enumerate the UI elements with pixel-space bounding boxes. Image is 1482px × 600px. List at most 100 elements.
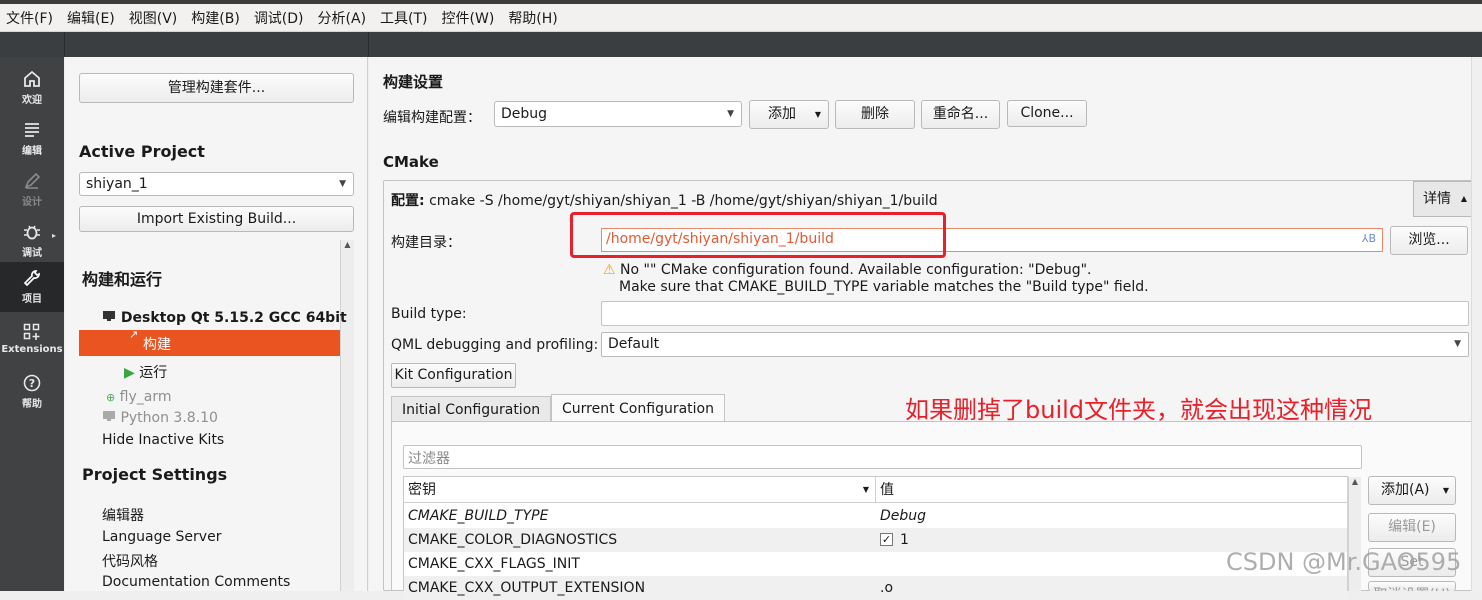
clone-config-button[interactable]: Clone...	[1007, 100, 1087, 127]
mode-help[interactable]: ? 帮助	[0, 367, 64, 417]
build-tree-item[interactable]: ↗ 构建	[79, 328, 340, 356]
table-row[interactable]: CMAKE_CXX_OUTPUT_EXTENSION .o	[404, 576, 1347, 600]
inactive-kit-python[interactable]: Python 3.8.10	[102, 410, 218, 426]
table-row[interactable]: CMAKE_CXX_FLAGS_INIT	[404, 552, 1347, 576]
menu-file[interactable]: 文件(F)	[6, 8, 53, 28]
rename-config-button[interactable]: 重命名...	[921, 100, 1000, 129]
build-type-label: Build type:	[391, 306, 467, 322]
row-key: CMAKE_BUILD_TYPE	[408, 508, 549, 524]
mode-design[interactable]: 设计	[0, 165, 64, 215]
add-config-label: 添加	[768, 106, 796, 122]
mode-extensions[interactable]: Extensions	[0, 316, 64, 366]
chevron-down-icon: ▼	[1454, 339, 1461, 349]
menu-debug[interactable]: 调试(D)	[254, 8, 304, 28]
column-header-value[interactable]: 值	[876, 477, 1347, 503]
watermark-text: CSDN @Mr.GAO595	[1226, 548, 1462, 576]
side-scrollbar[interactable]: ▲	[340, 240, 354, 591]
settings-item-language-server[interactable]: Language Server	[102, 529, 221, 545]
manage-kits-button[interactable]: 管理构建套件...	[79, 73, 354, 103]
mode-projects-label: 项目	[22, 294, 42, 305]
run-play-icon: ▶	[124, 365, 135, 381]
kit-name: Desktop Qt 5.15.2 GCC 64bit	[120, 310, 347, 326]
chevron-down-icon: ▼	[727, 109, 734, 119]
menu-help[interactable]: 帮助(H)	[508, 8, 557, 28]
remove-config-button[interactable]: 删除	[835, 100, 915, 129]
row-value: .o	[880, 580, 894, 596]
build-config-select[interactable]: Debug ▼	[494, 101, 742, 127]
add-config-button[interactable]: 添加 ▼	[749, 100, 829, 129]
build-type-value	[602, 302, 606, 318]
filter-input[interactable]: 过滤器	[403, 445, 1362, 469]
build-hammer-icon: ↗	[129, 328, 139, 341]
settings-item-editor[interactable]: 编辑器	[102, 505, 144, 525]
chevron-down-icon: ▼	[1442, 486, 1449, 495]
build-type-input[interactable]	[601, 301, 1469, 326]
main-scrollbar[interactable]	[1471, 57, 1482, 591]
chevron-down-icon: ▼	[814, 110, 821, 119]
table-row[interactable]: CMAKE_BUILD_TYPE Debug	[404, 504, 1347, 528]
mode-debug[interactable]: 调试 ▸	[0, 216, 64, 266]
details-toggle-button[interactable]: 详情 ▲	[1413, 181, 1476, 217]
add-kit-icon: ⊕	[106, 391, 116, 404]
extensions-icon	[23, 323, 40, 340]
filter-placeholder: 过滤器	[408, 451, 450, 467]
expand-arrow-icon: ▸	[51, 231, 56, 240]
svg-text:?: ?	[29, 377, 35, 390]
inactive-kit-label: Python 3.8.10	[120, 410, 218, 426]
debug-bug-icon	[24, 225, 40, 240]
hide-inactive-kits[interactable]: Hide Inactive Kits	[102, 432, 224, 448]
active-project-heading: Active Project	[79, 142, 205, 161]
variable-chooser-icon[interactable]: ⅄B	[1362, 232, 1376, 245]
menu-analyze[interactable]: 分析(A)	[318, 8, 367, 28]
kit-item[interactable]: Desktop Qt 5.15.2 GCC 64bit	[102, 310, 347, 326]
run-tree-item[interactable]: ▶ 运行	[124, 362, 167, 382]
edit-variable-button[interactable]: 编辑(E)	[1368, 513, 1456, 542]
settings-item-code-style[interactable]: 代码风格	[102, 551, 158, 571]
row-value: Debug	[880, 508, 927, 524]
qml-debug-select[interactable]: Default ▼	[601, 332, 1469, 357]
wrench-icon	[23, 270, 40, 287]
mode-bar: 欢迎 编辑 设计 调试 ▸ 项目 Extensions ? 帮助	[0, 57, 64, 591]
annotation-text: 如果删掉了build文件夹，就会出现这种情况	[905, 396, 1373, 424]
column-header-key[interactable]: 密钥 ▼	[404, 477, 876, 503]
menu-edit[interactable]: 编辑(E)	[67, 8, 115, 28]
warning-icon: ⚠	[603, 262, 616, 278]
toolbar-strip	[0, 32, 1482, 57]
inactive-kit-fly-arm[interactable]: ⊕ fly_arm	[106, 389, 172, 405]
tab-current-configuration[interactable]: Current Configuration	[551, 394, 725, 422]
add-variable-label: 添加(A)	[1381, 482, 1430, 498]
monitor-icon	[102, 310, 121, 326]
scroll-up-icon: ▲	[1351, 477, 1359, 486]
unset-variable-button[interactable]: 取消设置(U)	[1368, 581, 1456, 591]
mode-welcome[interactable]: 欢迎	[0, 63, 64, 113]
menu-bar: 文件(F) 编辑(E) 视图(V) 构建(B) 调试(D) 分析(A) 工具(T…	[0, 4, 1482, 32]
details-label: 详情	[1423, 191, 1451, 207]
row-key: CMAKE_CXX_FLAGS_INIT	[408, 556, 580, 572]
edit-config-label: 编辑构建配置：	[383, 110, 481, 126]
checkbox-checked-icon[interactable]: ✓	[880, 533, 893, 546]
inactive-kit-label: fly_arm	[119, 389, 172, 405]
column-key-label: 密钥	[408, 482, 436, 498]
tab-initial-configuration[interactable]: Initial Configuration	[391, 396, 552, 422]
cmake-config-line: 配置: cmake -S /home/gyt/shiyan/shiyan_1 -…	[391, 190, 938, 210]
menu-build[interactable]: 构建(B)	[191, 8, 240, 28]
add-variable-button[interactable]: 添加(A) ▼	[1368, 476, 1456, 505]
mode-edit-label: 编辑	[22, 146, 42, 157]
mode-welcome-label: 欢迎	[22, 95, 42, 106]
import-existing-build-button[interactable]: Import Existing Build...	[79, 206, 354, 232]
mode-projects[interactable]: 项目	[0, 262, 64, 312]
menu-tools[interactable]: 工具(T)	[380, 8, 427, 28]
browse-button[interactable]: 浏览...	[1390, 226, 1468, 255]
mode-edit[interactable]: 编辑	[0, 114, 64, 164]
run-item-label: 运行	[139, 365, 168, 381]
qml-debug-value: Default	[608, 336, 660, 352]
row-value: 1	[900, 532, 909, 548]
menu-widgets[interactable]: 控件(W)	[442, 8, 495, 28]
monitor-icon	[102, 410, 120, 426]
chevron-up-icon: ▲	[1460, 194, 1467, 203]
table-row[interactable]: CMAKE_COLOR_DIAGNOSTICS ✓ 1	[404, 528, 1347, 552]
settings-item-doc-comments[interactable]: Documentation Comments	[102, 574, 290, 590]
active-project-select[interactable]: shiyan_1 ▼	[79, 172, 354, 196]
kit-configuration-button[interactable]: Kit Configuration	[391, 363, 516, 388]
menu-view[interactable]: 视图(V)	[129, 8, 178, 28]
